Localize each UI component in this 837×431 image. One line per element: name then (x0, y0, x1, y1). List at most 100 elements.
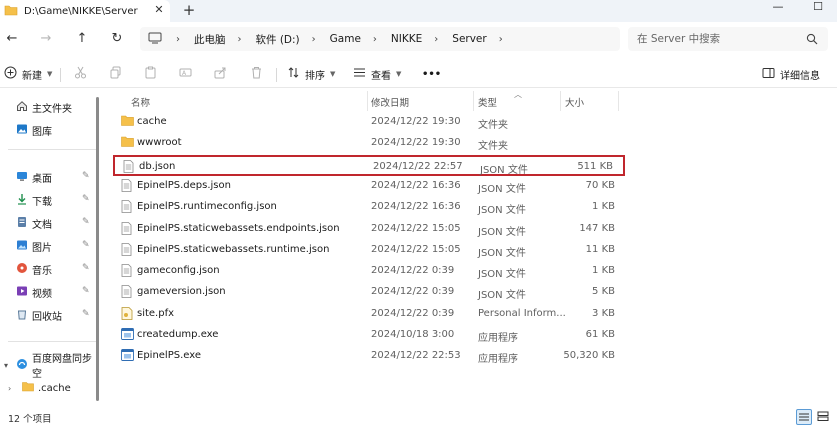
column-header-name[interactable]: 名称 (131, 95, 150, 111)
pin-icon[interactable]: ✎ (82, 309, 90, 319)
refresh-button[interactable]: ↻ (107, 29, 127, 49)
file-row[interactable]: EpinelPS.staticwebassets.endpoints.json 2… (113, 219, 625, 240)
file-row[interactable]: cache 2024/12/22 19:30 文件夹 (113, 112, 625, 133)
sidebar-item-documents[interactable]: 文档 ✎ (0, 213, 98, 233)
column-divider[interactable] (618, 91, 619, 111)
cut-button[interactable] (74, 64, 87, 84)
folder-icon (22, 381, 34, 395)
copy-button[interactable] (109, 64, 122, 84)
sidebar-divider (8, 149, 96, 150)
file-date: 2024/12/22 16:36 (371, 179, 461, 191)
close-tab-button[interactable]: ✕ (152, 3, 166, 17)
desktop-icon (16, 170, 28, 185)
breadcrumb-item[interactable]: 此电脑 › (194, 32, 256, 47)
tiles-view-button[interactable] (816, 409, 832, 425)
breadcrumb-item[interactable]: Server › (452, 33, 516, 45)
new-label: 新建 (22, 70, 42, 82)
file-name: wwwroot (137, 137, 182, 149)
file-row[interactable]: EpinelPS.runtimeconfig.json 2024/12/22 16… (113, 197, 625, 218)
details-label: 详细信息 (780, 70, 820, 82)
recycle-bin-icon (16, 308, 28, 323)
share-button[interactable] (214, 64, 227, 84)
pin-icon[interactable]: ✎ (82, 217, 90, 227)
file-name: gameversion.json (137, 286, 226, 298)
search-box (628, 27, 828, 51)
file-date: 2024/12/22 15:05 (371, 222, 461, 234)
column-divider[interactable] (473, 91, 474, 111)
delete-button[interactable] (250, 64, 263, 84)
file-name: EpinelPS.exe (137, 350, 202, 362)
sidebar-item-music[interactable]: 音乐 ✎ (0, 259, 98, 279)
clipboard-icon (144, 66, 157, 82)
pin-icon[interactable]: ✎ (82, 240, 90, 250)
more-options-button[interactable]: ••• (422, 64, 441, 84)
file-row[interactable]: gameversion.json 2024/12/22 0:39 JSON 文件 5 … (113, 282, 625, 303)
details-pane-button[interactable]: 详细信息 (762, 64, 820, 84)
column-header-type[interactable]: 类型 (478, 95, 497, 111)
file-size: 5 KB (592, 286, 615, 298)
search-input[interactable] (637, 33, 797, 45)
sidebar-item-videos[interactable]: 视频 ✎ (0, 282, 98, 302)
up-button[interactable]: ↑ (72, 29, 92, 49)
sort-label: 排序 (305, 70, 325, 82)
divider (60, 68, 61, 82)
details-view-button[interactable] (796, 409, 812, 425)
window-tab[interactable]: D:\Game\NIKKE\Server ✕ (0, 0, 170, 22)
command-bar: 新建 ▼ A 排序 ▼ 查看 ▼ ••• 详细信息 (0, 60, 837, 88)
selected-file-row[interactable]: db.json 2024/12/22 22:57 JSON 文件 511 KB (113, 154, 625, 176)
item-count: 12 个项目 (8, 414, 52, 425)
json-file-icon (121, 242, 132, 259)
sidebar-item-gallery[interactable]: 图库 (0, 120, 98, 140)
copy-icon (109, 66, 122, 82)
column-divider[interactable] (367, 91, 368, 111)
file-row[interactable]: gameconfig.json 2024/12/22 0:39 JSON 文件 1 K… (113, 261, 625, 282)
file-row[interactable]: wwwroot 2024/12/22 19:30 文件夹 (113, 133, 625, 154)
rename-button[interactable]: A (179, 64, 192, 84)
sidebar-item-desktop[interactable]: 桌面 ✎ (0, 167, 98, 187)
gallery-icon (16, 123, 28, 138)
chevron-down-icon: ▼ (47, 70, 53, 78)
new-button[interactable]: 新建 ▼ (4, 64, 52, 84)
sidebar-item-downloads[interactable]: 下载 ✎ (0, 190, 98, 210)
pin-icon[interactable]: ✎ (82, 286, 90, 296)
chevron-right-icon: › (498, 33, 503, 45)
chevron-right-icon: › (237, 33, 242, 45)
address-bar[interactable]: › 此电脑 › 软件 (D:) › Game › NIKKE › Server › (140, 27, 620, 51)
file-row[interactable]: EpinelPS.staticwebassets.runtime.json 202… (113, 240, 625, 261)
file-row[interactable]: EpinelPS.deps.json 2024/12/22 16:36 JSON 文… (113, 176, 625, 197)
music-icon (16, 262, 28, 277)
file-row[interactable]: EpinelPS.exe 2024/12/22 22:53 应用程序 50,320 K… (113, 346, 625, 367)
new-tab-button[interactable]: + (180, 2, 198, 20)
pin-icon[interactable]: ✎ (82, 194, 90, 204)
file-date: 2024/12/22 19:30 (371, 137, 461, 149)
file-row[interactable]: createdump.exe 2024/10/18 3:00 应用程序 61 KB (113, 325, 625, 346)
sidebar-item-cache[interactable]: .cache (0, 378, 98, 398)
column-divider[interactable] (560, 91, 561, 111)
file-type: 应用程序 (478, 354, 518, 366)
breadcrumb-item[interactable]: Game › (330, 33, 391, 45)
sidebar-item-home[interactable]: 主文件夹 (0, 97, 98, 117)
pin-icon[interactable]: ✎ (82, 263, 90, 273)
folder-icon (121, 115, 134, 129)
file-row[interactable]: site.pfx 2024/12/22 0:39 Personal Inform..… (113, 304, 625, 325)
paste-button[interactable] (144, 64, 157, 84)
sort-button[interactable]: 排序 ▼ (287, 64, 335, 84)
maximize-button[interactable]: ☐ (800, 0, 836, 18)
pin-icon[interactable]: ✎ (82, 171, 90, 181)
sidebar-item-pictures[interactable]: 图片 ✎ (0, 236, 98, 256)
file-type: JSON 文件 (480, 164, 528, 176)
column-header-size[interactable]: 大小 (565, 95, 584, 111)
column-header-date[interactable]: 修改日期 (371, 95, 409, 111)
forward-button[interactable]: → (36, 29, 56, 49)
search-icon[interactable] (806, 33, 818, 48)
rename-icon: A (179, 66, 192, 82)
view-button[interactable]: 查看 ▼ (353, 64, 401, 84)
title-bar: D:\Game\NIKKE\Server ✕ + — ☐ (0, 0, 837, 22)
back-button[interactable]: ← (2, 29, 22, 49)
sidebar-item-recycle-bin[interactable]: 回收站 ✎ (0, 305, 98, 325)
minimize-button[interactable]: — (760, 0, 796, 18)
sidebar-scrollbar[interactable] (96, 97, 99, 401)
breadcrumb-item[interactable]: 软件 (D:) › (256, 32, 330, 47)
sidebar-item-baidu-sync[interactable]: 百度网盘同步空 (0, 354, 98, 380)
breadcrumb-item[interactable]: NIKKE › (391, 33, 452, 45)
